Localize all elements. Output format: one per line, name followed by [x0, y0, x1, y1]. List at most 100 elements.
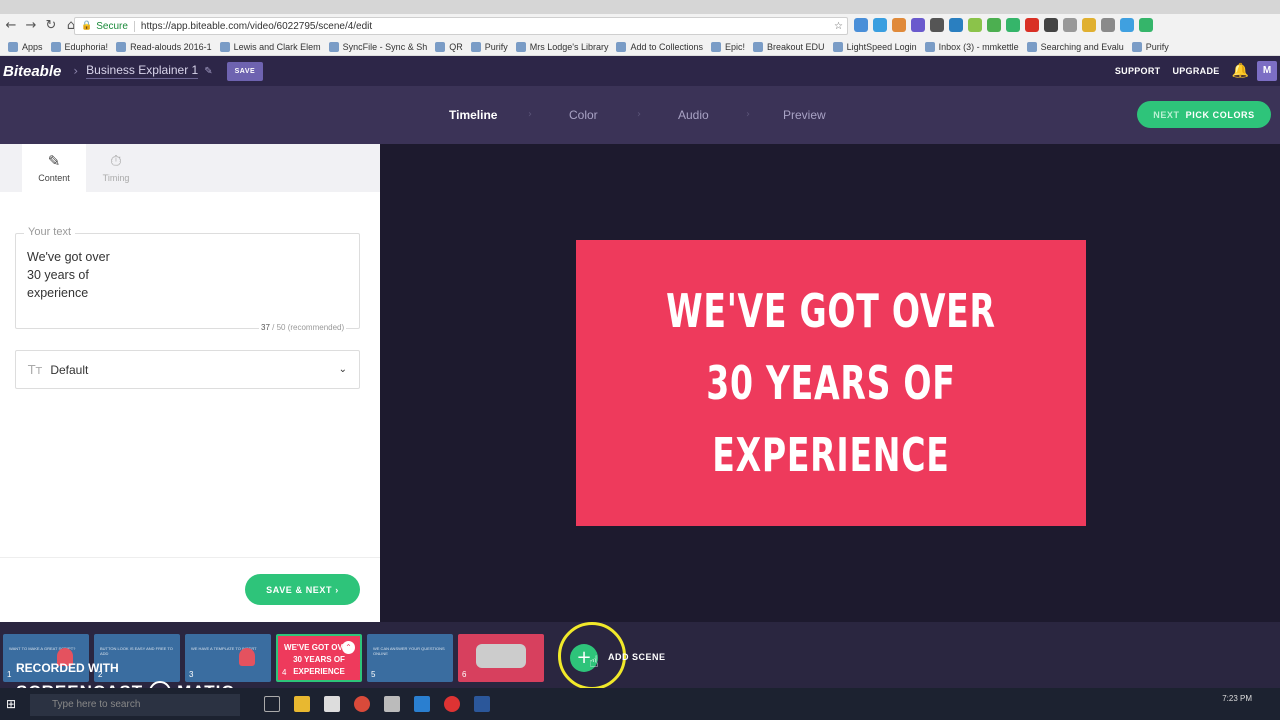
word-icon[interactable]: [474, 696, 490, 712]
scene-thumbnail-text: WE HAVE A TEMPLATE TO INSERT: [191, 646, 257, 651]
extension-icon[interactable]: [1120, 18, 1134, 32]
windows-start-icon[interactable]: ⊞: [6, 697, 16, 711]
clock[interactable]: 7:23 PM: [1222, 694, 1252, 703]
chevron-up-icon[interactable]: ⌃: [342, 641, 355, 654]
scene-number: 4: [282, 668, 287, 677]
scene-strip: + ☝ ADD SCENE WANT TO MAKE A GREAT SCRIP…: [0, 622, 1280, 690]
scene-number: 3: [189, 670, 194, 679]
scene-preview[interactable]: WE'VE GOT OVER 30 YEARS OF EXPERIENCE: [576, 240, 1086, 526]
tab-timing[interactable]: ⏱ Timing: [84, 144, 148, 192]
chevron-right-icon: ›: [637, 109, 641, 120]
extension-icon[interactable]: [1101, 18, 1115, 32]
bookmark-icon: [1131, 41, 1142, 52]
bookmark-icon: [924, 41, 935, 52]
bookmark-item[interactable]: Inbox (3) - mmkettle: [924, 41, 1019, 52]
extension-icon[interactable]: [892, 18, 906, 32]
char-count-suffix: / 50 (recommended): [269, 323, 345, 332]
file-explorer-icon[interactable]: [294, 696, 310, 712]
lock-icon: 🔒: [81, 21, 93, 31]
bookmark-item[interactable]: LightSpeed Login: [832, 41, 917, 52]
scene-thumbnail-3[interactable]: WE HAVE A TEMPLATE TO INSERT 3: [185, 634, 271, 682]
step-preview[interactable]: Preview: [783, 108, 826, 122]
extension-icon[interactable]: [911, 18, 925, 32]
next-pick-colors-button[interactable]: NEXT PICK COLORS: [1137, 101, 1271, 128]
bookmark-label: Apps: [22, 41, 43, 52]
forward-icon[interactable]: →: [22, 17, 40, 35]
extension-icon[interactable]: [1025, 18, 1039, 32]
tab-content[interactable]: ✎ Content: [22, 144, 86, 192]
stopwatch-icon: ⏱: [110, 152, 122, 170]
taskbar-search[interactable]: Type here to search: [30, 694, 240, 716]
step-timeline[interactable]: Timeline: [449, 108, 497, 122]
extension-icon[interactable]: [1082, 18, 1096, 32]
bookmark-star-icon[interactable]: ☆: [834, 21, 843, 32]
extension-icon[interactable]: [854, 18, 868, 32]
bookmark-item[interactable]: Breakout EDU: [753, 41, 825, 52]
add-scene-label[interactable]: ADD SCENE: [608, 652, 666, 662]
upgrade-link[interactable]: UPGRADE: [1172, 66, 1219, 76]
extension-icons: [854, 18, 1153, 32]
bookmark-item[interactable]: Lewis and Clark Elem: [219, 41, 321, 52]
extension-icon[interactable]: [930, 18, 944, 32]
bookmark-item[interactable]: Searching and Evalu: [1026, 41, 1124, 52]
support-link[interactable]: SUPPORT: [1115, 66, 1161, 76]
scene-thumbnail-5[interactable]: WE CAN ANSWER YOUR QUESTIONS ONLINE 5: [367, 634, 453, 682]
bookmark-item[interactable]: Add to Collections: [616, 41, 703, 52]
bookmark-label: Breakout EDU: [767, 41, 825, 52]
extension-icon[interactable]: [968, 18, 982, 32]
bookmark-item[interactable]: Purify: [470, 41, 508, 52]
app-icon[interactable]: [384, 696, 400, 712]
browser-tabstrip: [0, 0, 1280, 14]
bookmark-item[interactable]: Mrs Lodge's Library: [515, 41, 608, 52]
scene-thumbnail-6[interactable]: 6: [458, 634, 544, 682]
chevron-right-icon: ›: [746, 109, 750, 120]
bookmark-item[interactable]: Epic!: [711, 41, 746, 52]
save-next-button[interactable]: SAVE & NEXT ›: [245, 574, 360, 605]
project-name[interactable]: Business Explainer 1: [86, 63, 199, 79]
watermark-line1: RECORDED WITH: [16, 661, 119, 675]
extension-icon[interactable]: [1044, 18, 1058, 32]
chrome-icon[interactable]: [354, 696, 370, 712]
scene-text-field[interactable]: We've got over 30 years of experience: [15, 233, 360, 329]
extension-icon[interactable]: [1139, 18, 1153, 32]
biteable-logo[interactable]: Biteable: [3, 63, 61, 80]
avatar[interactable]: M: [1257, 61, 1277, 81]
extension-icon[interactable]: [873, 18, 887, 32]
font-style-value: Default: [50, 362, 89, 377]
char-count: 37: [261, 323, 270, 332]
bookmark-label: Epic!: [725, 41, 746, 52]
bell-icon[interactable]: 🔔: [1232, 63, 1249, 79]
bookmark-item[interactable]: Purify: [1131, 41, 1169, 52]
store-icon[interactable]: [324, 696, 340, 712]
bookmark-item[interactable]: Read-alouds 2016-1: [116, 41, 212, 52]
bookmark-item[interactable]: Apps: [8, 41, 43, 52]
extension-icon[interactable]: [1063, 18, 1077, 32]
browser-toolbar: ← → ↻ ⌂ 🔒 Secure https://app.biteable.co…: [0, 14, 1280, 38]
step-color[interactable]: Color: [569, 108, 598, 122]
extension-icon[interactable]: [1006, 18, 1020, 32]
address-bar[interactable]: 🔒 Secure https://app.biteable.com/video/…: [74, 17, 848, 35]
bookmark-icon: [832, 41, 843, 52]
task-view-icon[interactable]: [264, 696, 280, 712]
reload-icon[interactable]: ↻: [42, 17, 60, 35]
bookmark-item[interactable]: SyncFile - Sync & Sh: [328, 41, 427, 52]
pencil-icon[interactable]: ✎: [204, 66, 212, 77]
scene-edit-panel: ✎ Content ⏱ Timing We've got over 30 yea…: [0, 144, 380, 622]
step-audio[interactable]: Audio: [678, 108, 709, 122]
font-style-select[interactable]: Tт Default ⌄: [15, 350, 360, 389]
app-icon[interactable]: [444, 696, 460, 712]
url-text[interactable]: https://app.biteable.com/video/6022795/s…: [141, 21, 372, 32]
back-icon[interactable]: ←: [2, 17, 20, 35]
bookmark-label: QR: [449, 41, 463, 52]
bookmark-icon: [50, 41, 61, 52]
extension-icon[interactable]: [987, 18, 1001, 32]
bookmark-icon: [753, 41, 764, 52]
bookmark-icon: [711, 41, 722, 52]
bookmark-item[interactable]: Eduphoria!: [50, 41, 108, 52]
extension-icon[interactable]: [949, 18, 963, 32]
scene-thumbnail-4[interactable]: WE'VE GOT OVER 30 YEARS OF EXPERIENCE⌃4: [276, 634, 362, 682]
bookmark-icon: [8, 41, 18, 52]
save-button[interactable]: SAVE: [226, 61, 264, 81]
edge-icon[interactable]: [414, 696, 430, 712]
bookmark-item[interactable]: QR: [435, 41, 463, 52]
